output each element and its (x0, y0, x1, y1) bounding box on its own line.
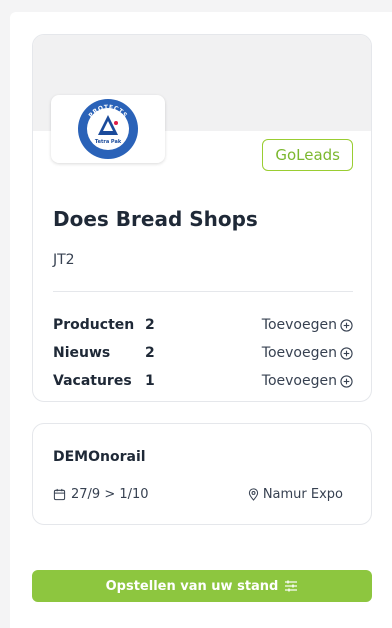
stat-label: Vacatures (53, 373, 132, 389)
svg-text:Tetra Pak: Tetra Pak (95, 139, 122, 145)
map-pin-icon (248, 488, 258, 501)
event-name: DEMOnorail (53, 449, 146, 465)
divider (53, 291, 353, 292)
stat-label: Producten (53, 317, 135, 333)
stat-row-nieuws: Nieuws 2 Toevoegen (53, 339, 353, 367)
tetra-pak-logo-icon: PROTECTS WHAT'S GOOD Tetra Pak (78, 99, 138, 159)
event-location: Namur Expo (248, 487, 343, 502)
plus-circle-icon (340, 346, 353, 360)
company-code: JT2 (53, 252, 75, 268)
stats-list: Producten 2 Toevoegen Nieuws 2 Toevoegen (53, 311, 353, 395)
company-logo: PROTECTS WHAT'S GOOD Tetra Pak (51, 95, 165, 163)
event-dates: 27/9 > 1/10 (53, 487, 149, 502)
stat-count: 1 (145, 373, 155, 389)
goleads-badge[interactable]: GoLeads (262, 139, 353, 171)
stat-count: 2 (145, 317, 155, 333)
add-label: Toevoegen (261, 373, 337, 389)
calendar-icon (53, 488, 66, 501)
setup-stand-button[interactable]: Opstellen van uw stand (32, 570, 372, 602)
add-producten-button[interactable]: Toevoegen (262, 317, 353, 333)
stat-row-producten: Producten 2 Toevoegen (53, 311, 353, 339)
stat-label: Nieuws (53, 345, 111, 361)
company-name: Does Bread Shops (53, 207, 258, 231)
stat-row-vacatures: Vacatures 1 Toevoegen (53, 367, 353, 395)
stat-count: 2 (145, 345, 155, 361)
add-label: Toevoegen (261, 317, 337, 333)
plus-circle-icon (340, 374, 353, 388)
add-vacatures-button[interactable]: Toevoegen (262, 373, 353, 389)
sliders-icon (285, 580, 298, 592)
event-dates-text: 27/9 > 1/10 (71, 487, 149, 502)
exhibitor-card: PROTECTS WHAT'S GOOD Tetra Pak GoLeads D… (32, 34, 372, 402)
add-nieuws-button[interactable]: Toevoegen (262, 345, 353, 361)
event-location-text: Namur Expo (262, 487, 343, 502)
event-card[interactable]: DEMOnorail 27/9 > 1/10 Namur Expo (32, 423, 372, 525)
add-label: Toevoegen (261, 345, 337, 361)
plus-circle-icon (340, 318, 353, 332)
setup-stand-label: Opstellen van uw stand (105, 578, 279, 594)
